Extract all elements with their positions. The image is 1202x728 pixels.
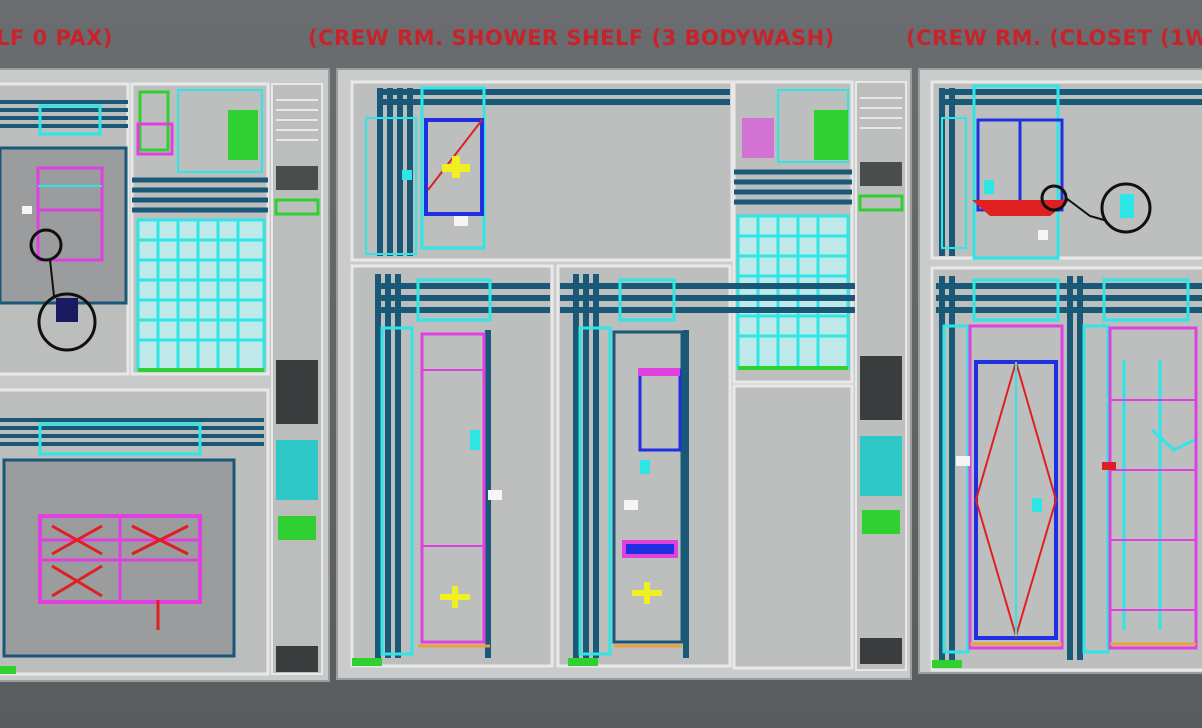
sheet-title-middle: (CREW RM. SHOWER SHELF (3 BODYWASH): [308, 26, 835, 50]
cad-drawing-right: [920, 70, 1202, 672]
cad-drawing-middle: [338, 70, 910, 678]
monitor-screen: LF 0 PAX) (CREW RM. SHOWER SHELF (3 BODY…: [0, 0, 1202, 728]
cad-drawing-left: [0, 70, 328, 680]
drawing-sheet-right: [918, 68, 1202, 674]
drawing-sheet-middle: [336, 68, 912, 680]
sheet-title-right: (CREW RM. (CLOSET (1W + BO: [906, 26, 1202, 50]
sheet-title-left: LF 0 PAX): [0, 26, 113, 50]
drawing-sheet-left: [0, 68, 330, 682]
